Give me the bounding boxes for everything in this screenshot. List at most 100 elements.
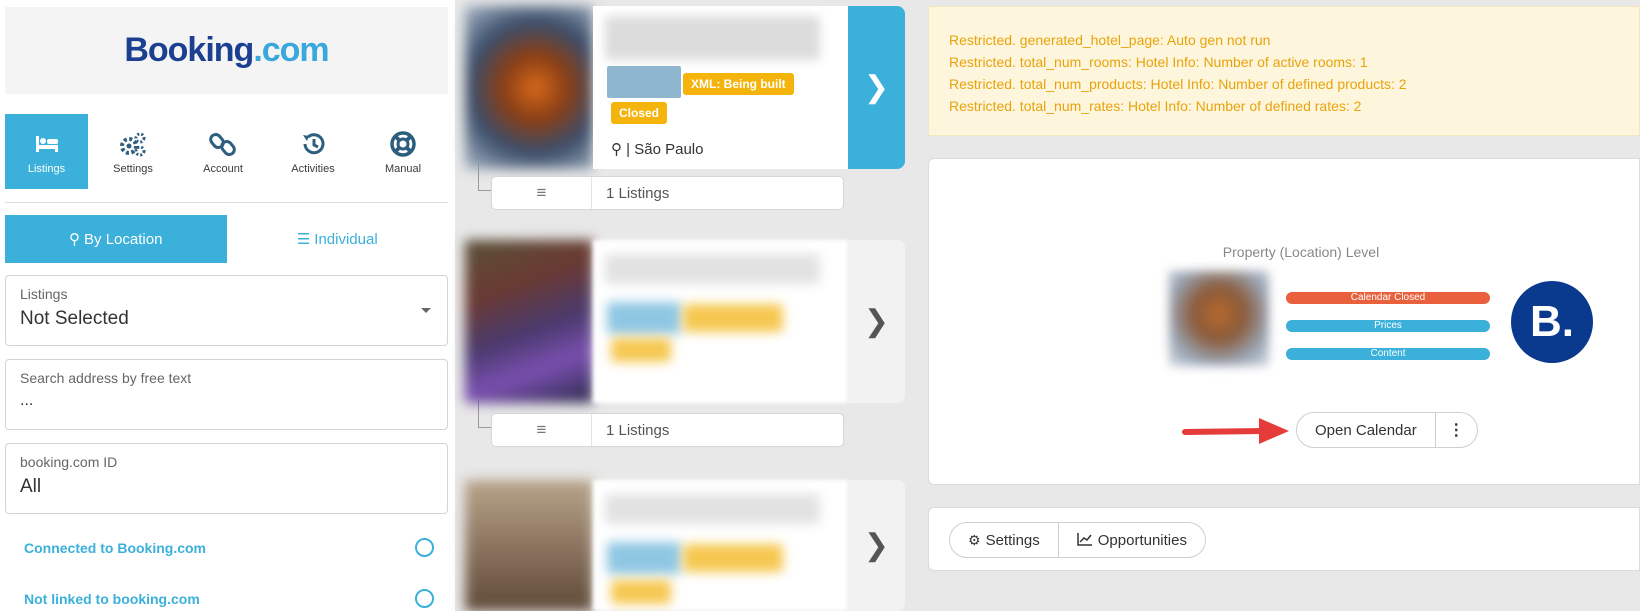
xml-status-badge: XML: Being built [683, 73, 794, 95]
chevron-right-icon[interactable]: ❯ [848, 6, 905, 169]
listings-count: 1 Listings [606, 184, 670, 202]
map-marker-icon: ⚲ [69, 231, 81, 248]
nav-label: Manual [384, 162, 422, 175]
blurred-title [605, 494, 820, 524]
bed-icon [33, 129, 61, 159]
listings-select[interactable]: Listings Not Selected [5, 275, 448, 346]
individual-label: Individual [314, 230, 378, 248]
sidebar: Booking.com Listings Settings Account Ac… [0, 0, 455, 611]
history-icon [299, 129, 327, 159]
prices-status-bar[interactable]: Prices [1286, 320, 1490, 332]
address-search-value: ... [20, 392, 34, 409]
nav-activities[interactable]: Activities [268, 114, 358, 189]
nav-manual[interactable]: Manual [358, 114, 448, 189]
gear-icon: ⚙ [968, 531, 981, 548]
listings-count: 1 Listings [606, 421, 670, 439]
nav-label: Activities [291, 162, 335, 175]
listing-location: ⚲ | São Paulo [611, 140, 703, 158]
blurred-badge [611, 338, 671, 362]
nav-label: Listings [27, 162, 66, 175]
content-status-bar[interactable]: Content [1286, 348, 1490, 360]
status-filter-label: Connected to Booking.com [24, 539, 206, 556]
booking-brand-badge: B. [1511, 281, 1593, 363]
blurred-title [605, 16, 820, 60]
booking-id-label: booking.com ID [20, 454, 118, 470]
blurred-badge [683, 544, 783, 572]
blurred-image [607, 302, 681, 334]
by-location-button[interactable]: ⚲ By Location [5, 215, 227, 263]
menu-icon[interactable]: ≡ [492, 414, 592, 446]
more-options-icon[interactable]: ⋮ [1434, 413, 1477, 447]
nav-settings[interactable]: Settings [88, 114, 178, 189]
booking-id-value: All [20, 476, 42, 497]
listing-card[interactable]: XML: Being built Closed ⚲ | São Paulo ❯ [465, 6, 905, 169]
listing-thumbnail [465, 6, 593, 169]
property-level-title: Property (Location) Level [1222, 244, 1380, 260]
map-marker-icon: ⚲ [611, 141, 622, 158]
listing-card[interactable]: ❯ [465, 480, 905, 611]
listings-select-value: Not Selected [20, 308, 129, 329]
nav-divider [5, 202, 448, 203]
listing-card-body [593, 240, 848, 403]
individual-button[interactable]: ☰ Individual [227, 215, 449, 263]
chevron-down-icon [421, 308, 431, 313]
brand-logo[interactable]: Booking.com [124, 31, 329, 70]
chevron-right-icon[interactable]: ❯ [848, 240, 905, 403]
listing-card-body: XML: Being built Closed ⚲ | São Paulo [593, 6, 848, 169]
listings-count-bar[interactable]: ≡ 1 Listings [491, 176, 844, 210]
status-filter-not-linked[interactable]: Not linked to booking.com [24, 589, 434, 608]
blurred-image [607, 66, 681, 98]
warning-line: Restricted. total_num_rates: Hotel Info:… [949, 98, 1362, 114]
property-thumbnail [1169, 271, 1269, 366]
booking-id-field[interactable]: booking.com ID All [5, 443, 448, 514]
status-filter-connected[interactable]: Connected to Booking.com [24, 538, 434, 557]
status-filter-label: Not linked to booking.com [24, 590, 200, 607]
address-search-field[interactable]: Search address by free text ... [5, 359, 448, 430]
radio-circle-icon[interactable] [415, 538, 434, 557]
by-location-label: By Location [84, 230, 163, 248]
line-chart-icon [1077, 532, 1093, 549]
listings-count-bar[interactable]: ≡ 1 Listings [491, 413, 844, 447]
tree-connector [478, 400, 492, 428]
blurred-image [607, 542, 681, 574]
property-level-panel: Property (Location) Level Calendar Close… [928, 158, 1640, 485]
red-arrow-annotation [1182, 418, 1289, 444]
brand-logo-box: Booking.com [5, 7, 448, 94]
closed-status-badge: Closed [611, 102, 668, 124]
warning-line: Restricted. total_num_products: Hotel In… [949, 76, 1407, 92]
lifebuoy-icon [389, 129, 417, 159]
list-icon: ☰ [296, 231, 311, 248]
listing-city: | São Paulo [626, 141, 704, 158]
blurred-badge [611, 580, 671, 604]
nav-label: Account [203, 162, 243, 175]
open-calendar-group: Open Calendar ⋮ [1296, 412, 1478, 448]
nav-label: Settings [113, 162, 153, 175]
settings-label: Settings [985, 531, 1040, 549]
nav-listings[interactable]: Listings [5, 114, 88, 189]
listing-thumbnail [465, 240, 593, 403]
blurred-title [605, 254, 820, 284]
property-actions-bar: ⚙ Settings Opportunities [928, 507, 1640, 571]
menu-icon[interactable]: ≡ [492, 177, 592, 209]
listing-card[interactable]: ❯ [465, 240, 905, 403]
property-actions-group: ⚙ Settings Opportunities [949, 522, 1206, 558]
listing-card-body [593, 480, 848, 611]
main-nav: Listings Settings Account Activities Man… [5, 114, 448, 189]
warning-line: Restricted. generated_hotel_page: Auto g… [949, 32, 1271, 48]
opportunities-label: Opportunities [1097, 531, 1187, 549]
calendar-closed-status-bar[interactable]: Calendar Closed [1286, 292, 1490, 304]
radio-circle-icon[interactable] [415, 589, 434, 608]
nav-account[interactable]: Account [178, 114, 268, 189]
address-search-label: Search address by free text [20, 370, 192, 386]
opportunities-button[interactable]: Opportunities [1057, 523, 1205, 557]
blurred-badge [683, 304, 783, 332]
restriction-warnings: Restricted. generated_hotel_page: Auto g… [928, 6, 1640, 136]
settings-button[interactable]: ⚙ Settings [950, 523, 1058, 557]
open-calendar-button[interactable]: Open Calendar [1297, 413, 1435, 447]
link-icon [209, 129, 237, 159]
view-toggle: ⚲ By Location ☰ Individual [5, 215, 448, 263]
warning-line: Restricted. total_num_rooms: Hotel Info:… [949, 54, 1368, 70]
listings-select-label: Listings [20, 286, 68, 302]
chevron-right-icon[interactable]: ❯ [848, 480, 905, 611]
gears-icon [119, 129, 147, 159]
